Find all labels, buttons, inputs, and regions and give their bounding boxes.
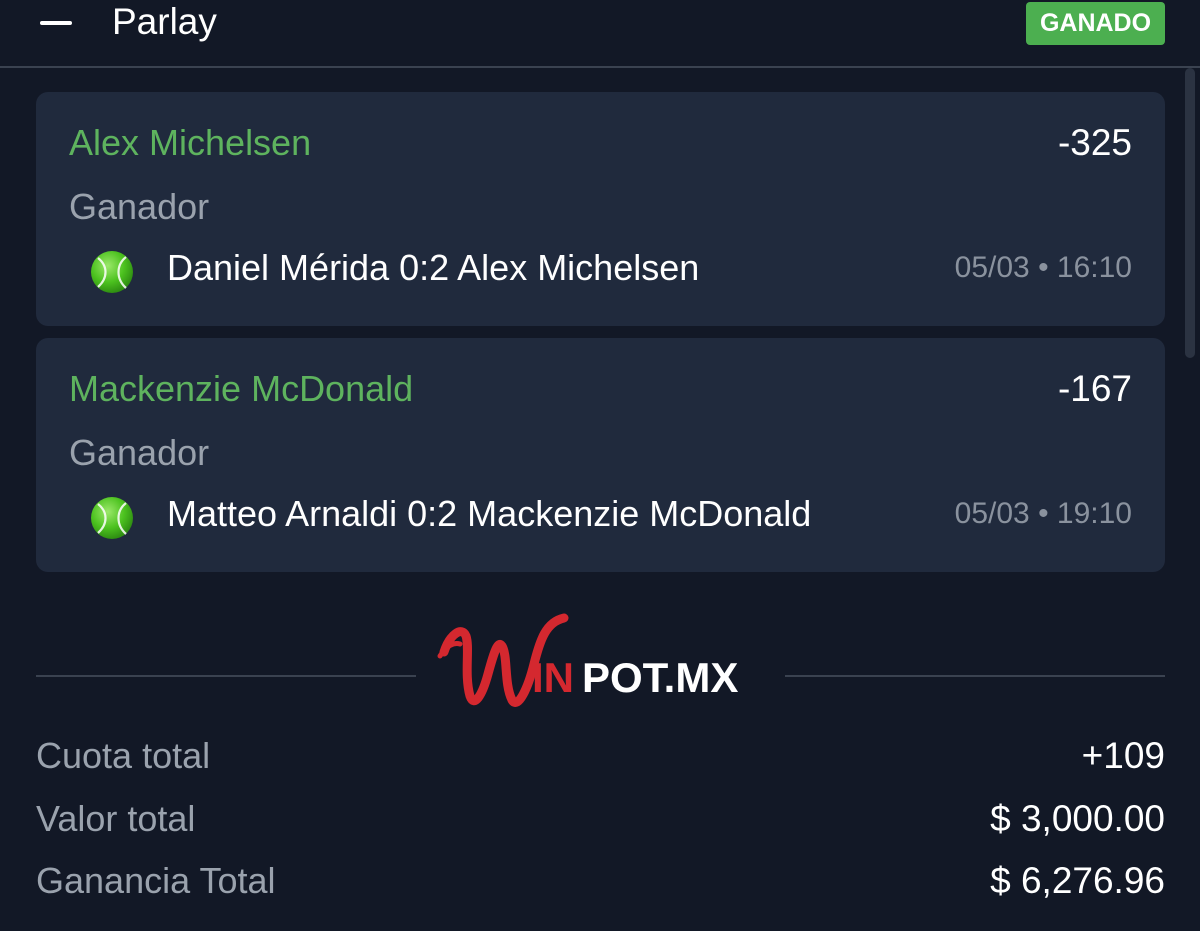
total-stake-label: Valor total bbox=[36, 798, 196, 839]
bet-slip: Parlay GANADO Alex Michelsen -325 Ganado… bbox=[0, 0, 1200, 931]
total-payout-label: Ganancia Total bbox=[36, 860, 276, 901]
status-badge: GANADO bbox=[1026, 2, 1165, 45]
bet-type-title: Parlay bbox=[112, 1, 217, 42]
selection-odds: -167 bbox=[1057, 368, 1132, 409]
match-time: 05/03 • 19:10 bbox=[954, 497, 1132, 530]
selection-odds: -325 bbox=[1057, 122, 1132, 163]
summary-total-payout: Ganancia Total $ 6,276.96 bbox=[36, 860, 1165, 910]
bet-selection-card: Mackenzie McDonald -167 Ganador Matteo A… bbox=[36, 338, 1165, 572]
svg-text:IN: IN bbox=[532, 654, 574, 701]
market-name: Ganador bbox=[69, 186, 210, 227]
winpot-logo: IN POT.MX bbox=[437, 613, 738, 707]
summary-total-stake: Valor total $ 3,000.00 bbox=[36, 798, 1165, 848]
scrollbar[interactable] bbox=[1185, 68, 1195, 358]
market-name: Ganador bbox=[69, 432, 210, 473]
total-odds-value: +109 bbox=[1081, 735, 1165, 776]
svg-text:POT.MX: POT.MX bbox=[582, 654, 738, 701]
tennis-ball-icon bbox=[91, 251, 133, 293]
bet-header[interactable]: Parlay GANADO bbox=[0, 0, 1200, 68]
tennis-ball-icon bbox=[91, 497, 133, 539]
match-result: Daniel Mérida 0:2 Alex Michelsen bbox=[167, 247, 700, 288]
summary-total-odds: Cuota total +109 bbox=[36, 735, 1165, 785]
selection-name: Alex Michelsen bbox=[69, 122, 312, 163]
match-result: Matteo Arnaldi 0:2 Mackenzie McDonald bbox=[167, 493, 812, 534]
total-odds-label: Cuota total bbox=[36, 735, 211, 776]
total-payout-value: $ 6,276.96 bbox=[990, 860, 1165, 901]
divider-left bbox=[36, 675, 416, 677]
bet-selection-card: Alex Michelsen -325 Ganador Daniel Mérid… bbox=[36, 92, 1165, 326]
total-stake-value: $ 3,000.00 bbox=[990, 798, 1165, 839]
match-time: 05/03 • 16:10 bbox=[954, 251, 1132, 284]
selection-name: Mackenzie McDonald bbox=[69, 368, 414, 409]
collapse-icon[interactable] bbox=[40, 21, 72, 25]
divider-right bbox=[785, 675, 1165, 677]
